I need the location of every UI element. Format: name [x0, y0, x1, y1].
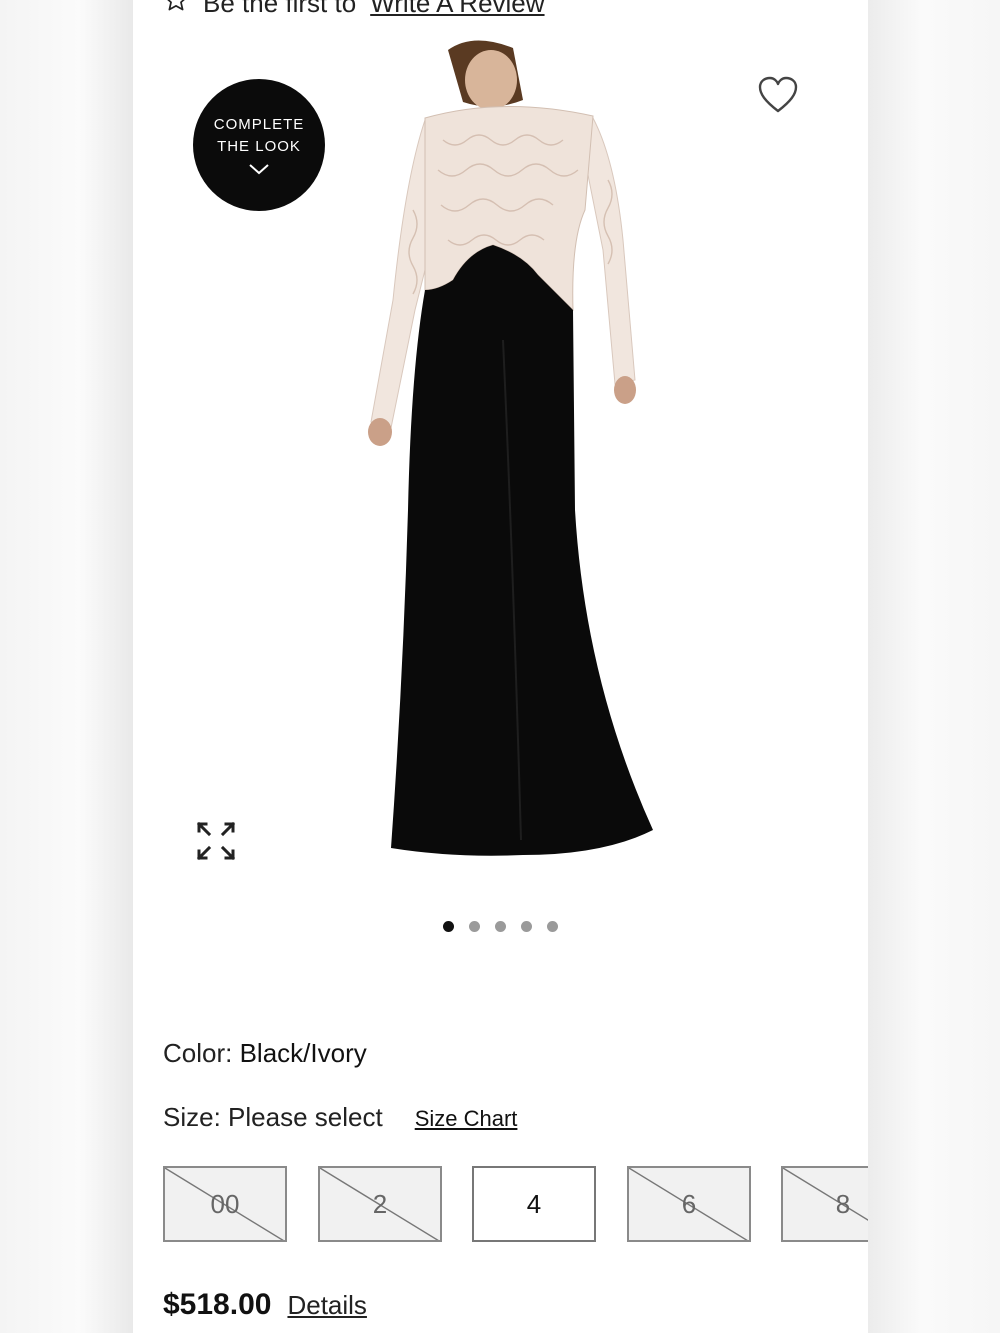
size-option-4[interactable]: 4: [472, 1166, 596, 1242]
size-option-2[interactable]: 2: [318, 1166, 442, 1242]
product-panel: Be the first to Write A Review COMPLETE …: [133, 0, 868, 1333]
complete-the-look-button[interactable]: COMPLETE THE LOOK: [193, 79, 325, 211]
heart-outline-icon[interactable]: [757, 76, 799, 114]
background-left: [0, 0, 133, 1333]
background-right: [868, 0, 1000, 1333]
size-value: Please select: [228, 1102, 383, 1132]
gallery-dot[interactable]: [469, 921, 480, 932]
gallery-dot[interactable]: [521, 921, 532, 932]
product-image-gallery[interactable]: COMPLETE THE LOOK: [133, 40, 868, 890]
size-chart-link[interactable]: Size Chart: [415, 1106, 518, 1132]
gallery-dot[interactable]: [443, 921, 454, 932]
size-selection: Size: Please select Size Chart: [163, 1102, 517, 1133]
expand-arrows-icon[interactable]: [195, 820, 237, 862]
color-value: Black/Ivory: [239, 1038, 367, 1068]
size-option-8[interactable]: 8: [781, 1166, 868, 1242]
review-row: Be the first to Write A Review: [163, 0, 545, 18]
size-option-label: 00: [210, 1188, 240, 1219]
price-row: $518.00 Details: [163, 1288, 367, 1322]
details-link[interactable]: Details: [287, 1290, 366, 1321]
star-outline-icon: [163, 0, 189, 20]
complete-look-line1: COMPLETE: [213, 116, 305, 133]
chevron-down-icon: [249, 164, 269, 175]
complete-look-line2: THE LOOK: [217, 138, 301, 155]
gallery-dot[interactable]: [495, 921, 506, 932]
write-review-link[interactable]: Write A Review: [370, 0, 544, 19]
size-option-label: 2: [372, 1188, 388, 1219]
size-label: Size:: [163, 1102, 221, 1132]
size-option-label: 6: [681, 1188, 697, 1219]
review-prefix: Be the first to: [203, 0, 357, 18]
gallery-pagination: [133, 921, 868, 935]
size-option-label: 4: [526, 1188, 542, 1219]
size-option-6[interactable]: 6: [627, 1166, 751, 1242]
color-label: Color:: [163, 1038, 233, 1068]
color-selection: Color: Black/Ivory: [163, 1038, 367, 1069]
gallery-dot[interactable]: [547, 921, 558, 932]
size-option-label: 8: [835, 1188, 851, 1219]
size-option-00[interactable]: 00: [163, 1166, 287, 1242]
price: $518.00: [163, 1288, 272, 1321]
size-options: 00 2 4 6 8: [163, 1166, 868, 1242]
product-image: [368, 40, 653, 856]
